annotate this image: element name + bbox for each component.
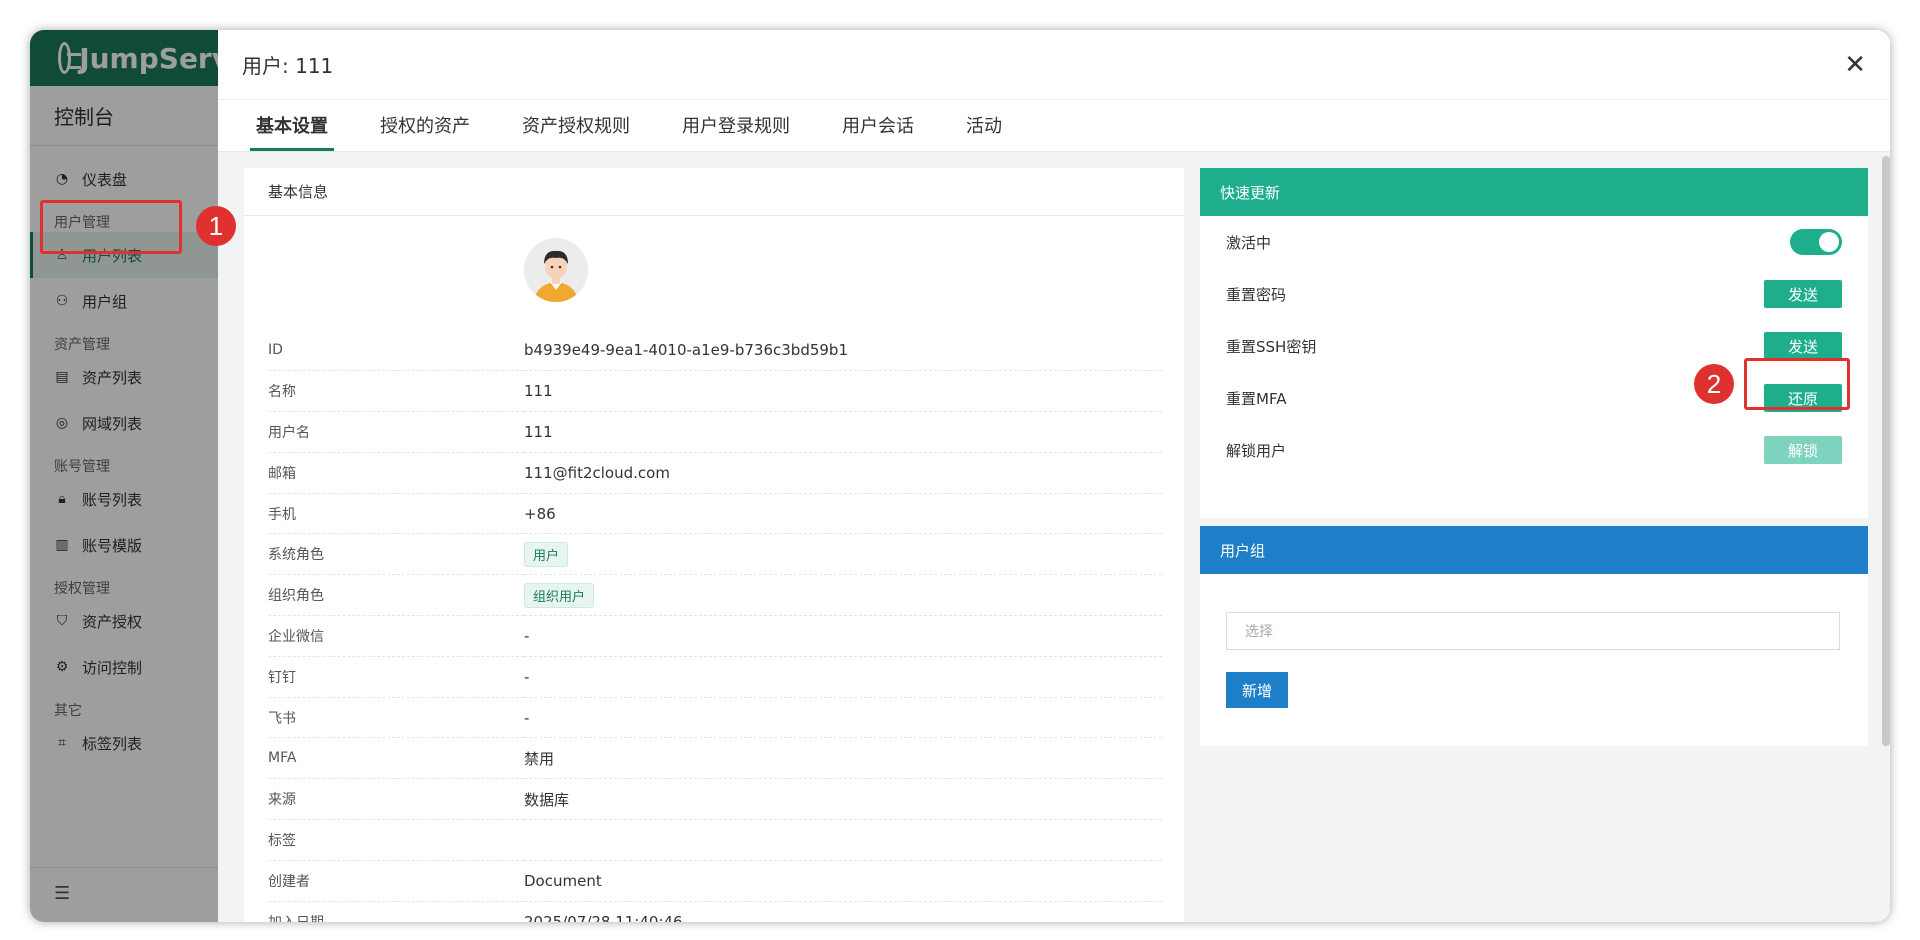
step-badge-1: 1 (196, 206, 236, 246)
info-value: - (524, 615, 1162, 657)
step-badge-2: 2 (1694, 364, 1734, 404)
add-group-button[interactable]: 新增 (1226, 672, 1288, 708)
unlock-row: 解锁用户 解锁 (1200, 424, 1868, 476)
info-key: 系统角色 (268, 533, 524, 576)
info-value: 111@fit2cloud.com (524, 452, 1162, 494)
table-row: 钉钉 - (268, 656, 1162, 698)
table-row: 名称 111 (268, 370, 1162, 413)
table-row: 来源 数据库 (268, 778, 1162, 821)
highlight-user-list (40, 200, 182, 254)
user-group-card: 用户组 选择 新增 (1200, 526, 1868, 746)
reset-ssh-label: 重置SSH密钥 (1226, 337, 1317, 356)
org-role-tag: 组织用户 (524, 582, 595, 608)
table-row: ID b4939e49-9ea1-4010-a1e9-b736c3bd59b1 (268, 330, 1162, 372)
info-key: 组织角色 (268, 574, 524, 617)
send-reset-ssh-button[interactable]: 发送 (1764, 332, 1842, 360)
info-key: 名称 (268, 370, 524, 413)
active-label: 激活中 (1226, 233, 1272, 252)
info-key: 飞书 (268, 697, 524, 739)
reset-password-row: 重置密码 发送 (1200, 268, 1868, 320)
tab-asset-permission-rules[interactable]: 资产授权规则 (516, 99, 636, 151)
table-row: 手机 +86 (268, 493, 1162, 535)
table-row: 组织角色 组织用户 (268, 574, 1162, 617)
drawer-header: 用户: 111 ✕ (218, 30, 1890, 100)
system-role-tag: 用户 (524, 541, 569, 567)
quick-update-title: 快速更新 (1200, 168, 1868, 216)
tab-login-rules[interactable]: 用户登录规则 (676, 99, 796, 151)
basic-info-card: 基本信息 ID b4939e49-9ea1-4010-a1e9-b736c3bd5… (244, 168, 1184, 922)
info-key: MFA (268, 737, 524, 780)
table-row: 标签 (268, 819, 1162, 861)
info-key: 来源 (268, 778, 524, 821)
tab-user-sessions[interactable]: 用户会话 (836, 99, 920, 151)
scrollbar[interactable] (1882, 156, 1890, 746)
quick-update-card: 快速更新 激活中 重置密码 发送 重置SSH密钥 发送 重置MFA 还原 解锁用… (1200, 168, 1868, 518)
table-row: 创建者 Document (268, 860, 1162, 902)
table-row: 飞书 - (268, 697, 1162, 739)
info-key: 手机 (268, 493, 524, 535)
info-key: 标签 (268, 819, 524, 861)
send-reset-password-button[interactable]: 发送 (1764, 280, 1842, 308)
info-value: 111 (524, 370, 1162, 413)
info-value: - (524, 656, 1162, 698)
tab-activity[interactable]: 活动 (960, 99, 1008, 151)
info-key: 钉钉 (268, 656, 524, 698)
unlock-label: 解锁用户 (1226, 441, 1287, 460)
tab-basic-settings[interactable]: 基本设置 (250, 99, 334, 151)
basic-info-title: 基本信息 (244, 168, 1184, 216)
user-detail-drawer: 用户: 111 ✕ 基本设置 授权的资产 资产授权规则 用户登录规则 用户会话 … (218, 30, 1890, 922)
close-icon[interactable]: ✕ (1844, 50, 1866, 80)
info-value (524, 819, 1162, 861)
table-row: 邮箱 111@fit2cloud.com (268, 452, 1162, 494)
highlight-unlock-button (1744, 358, 1850, 410)
tab-authorized-assets[interactable]: 授权的资产 (374, 99, 476, 151)
table-row: 系统角色 用户 (268, 533, 1162, 576)
active-row: 激活中 (1200, 216, 1868, 268)
info-key: 加入日期 (268, 901, 524, 922)
table-row: MFA 禁用 (268, 737, 1162, 780)
table-row: 加入日期2025/07/28 11:40:46 (268, 901, 1162, 922)
info-value: 111 (524, 411, 1162, 453)
table-row: 企业微信 - (268, 615, 1162, 657)
info-value: b4939e49-9ea1-4010-a1e9-b736c3bd59b1 (524, 330, 1162, 372)
tab-bar: 基本设置 授权的资产 资产授权规则 用户登录规则 用户会话 活动 (218, 100, 1890, 152)
info-key: 企业微信 (268, 615, 524, 657)
user-group-select[interactable]: 选择 (1226, 612, 1840, 650)
info-key: ID (268, 330, 524, 372)
info-value: Document (524, 860, 1162, 902)
reset-mfa-label: 重置MFA (1226, 389, 1287, 408)
info-value: +86 (524, 493, 1162, 535)
info-key: 用户名 (268, 411, 524, 453)
app-window: JumpServ 控制台 ◔ 仪表盘 用户管理 ♙ 用户列表 ⚇ 用户组 资产管… (30, 30, 1890, 922)
info-value: 2025/07/28 11:40:46 (524, 901, 1162, 922)
avatar (524, 238, 588, 302)
info-value: - (524, 697, 1162, 739)
info-key: 邮箱 (268, 452, 524, 494)
modal-overlay[interactable] (30, 30, 230, 922)
info-value: 禁用 (524, 737, 1162, 780)
info-key: 创建者 (268, 860, 524, 902)
drawer-title: 用户: 111 (242, 54, 334, 78)
user-group-title: 用户组 (1200, 526, 1868, 574)
info-value: 数据库 (524, 778, 1162, 821)
table-row: 用户名 111 (268, 411, 1162, 453)
avatar-icon (524, 238, 588, 302)
unlock-button[interactable]: 解锁 (1764, 436, 1842, 464)
info-table: ID b4939e49-9ea1-4010-a1e9-b736c3bd59b1 名… (268, 330, 1162, 922)
reset-password-label: 重置密码 (1226, 285, 1287, 304)
active-toggle[interactable] (1790, 229, 1842, 255)
